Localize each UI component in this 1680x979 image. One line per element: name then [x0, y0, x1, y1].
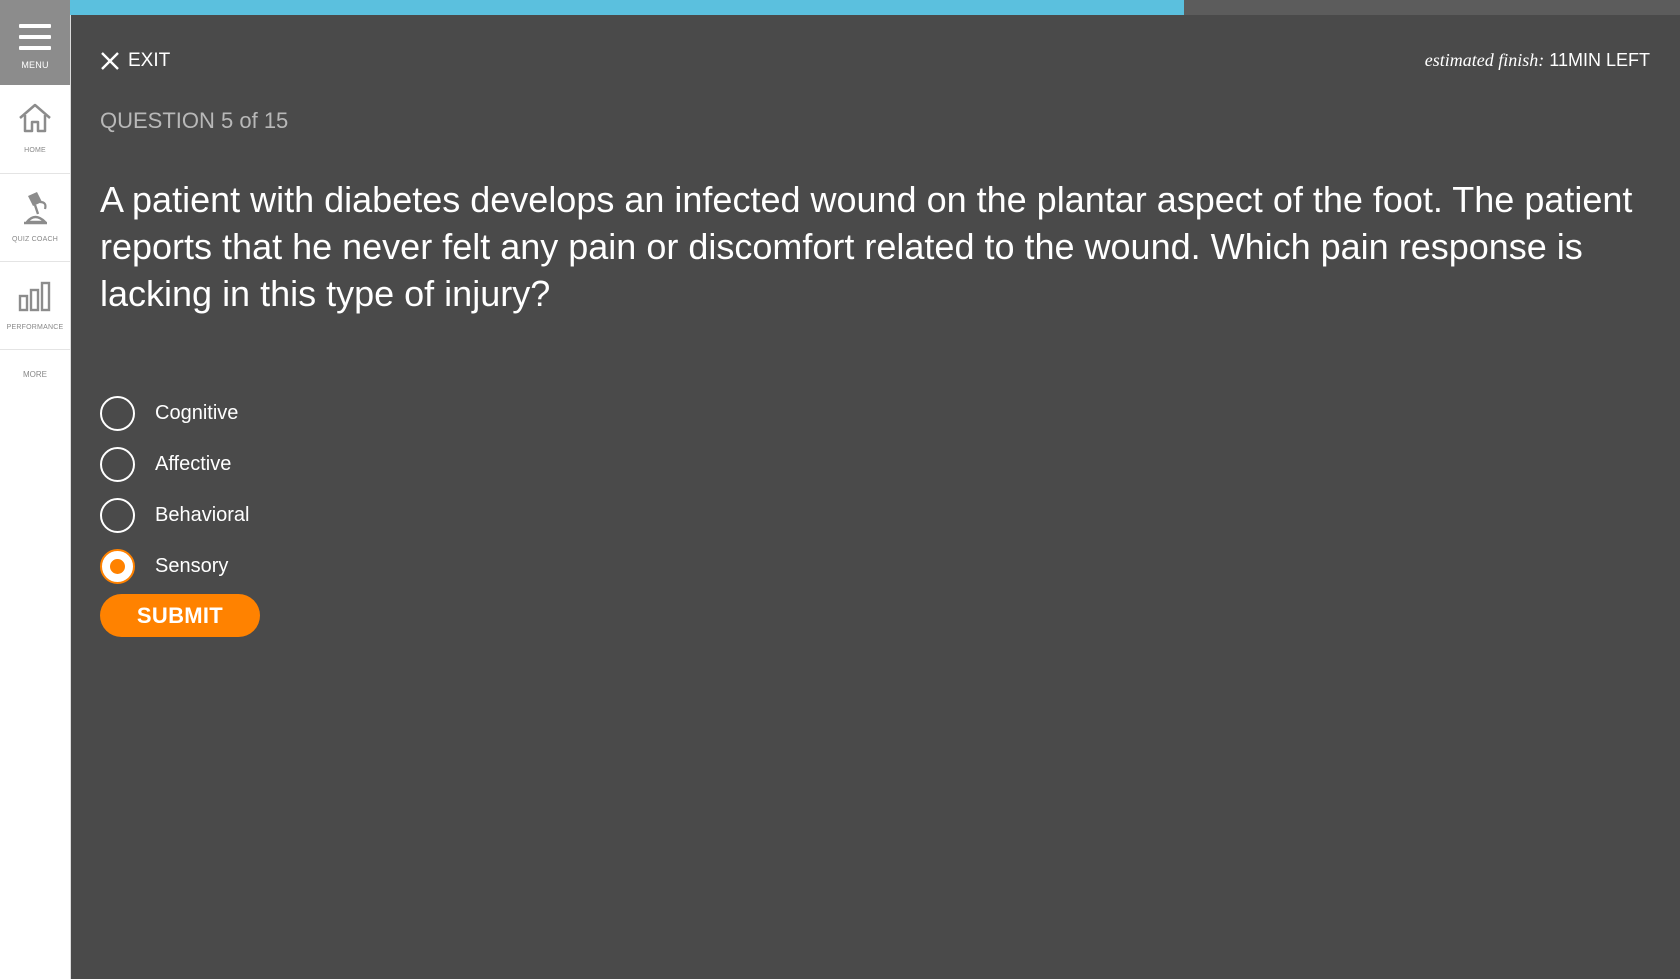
estimated-finish-label: estimated finish:: [1424, 50, 1545, 70]
estimated-finish: estimated finish: 11MIN LEFT: [1425, 50, 1650, 71]
option-cognitive[interactable]: Cognitive: [100, 388, 250, 439]
option-label: Cognitive: [155, 402, 239, 424]
option-sensory[interactable]: Sensory: [100, 541, 250, 592]
bar-chart-icon: [0, 280, 70, 317]
question-counter: QUESTION 5 of 15: [100, 108, 289, 133]
sidebar-item-home[interactable]: HOME: [0, 86, 70, 174]
submit-button[interactable]: SUBMIT: [100, 594, 260, 637]
radio-button[interactable]: [100, 498, 135, 533]
home-icon: [0, 102, 70, 139]
menu-button[interactable]: MENU: [0, 0, 70, 85]
exit-label: EXIT: [128, 50, 171, 71]
quiz-coach-icon: [0, 190, 70, 231]
sidebar-item-label: HOME: [24, 147, 46, 154]
radio-button[interactable]: [100, 549, 135, 584]
exit-button[interactable]: EXIT: [100, 50, 170, 72]
close-icon: [101, 52, 119, 70]
sidebar-item-more[interactable]: MORE: [0, 370, 70, 379]
option-label: Affective: [155, 453, 232, 475]
sidebar-item-performance[interactable]: PERFORMANCE: [0, 262, 70, 350]
menu-label: MENU: [21, 60, 49, 70]
option-label: Sensory: [155, 555, 229, 577]
estimated-finish-value: 11MIN LEFT: [1544, 50, 1650, 70]
quiz-progress-fill: [70, 0, 1185, 15]
sidebar-item-quiz-coach[interactable]: QUIZ COACH: [0, 174, 70, 262]
quiz-progress-bar: [70, 0, 1680, 15]
option-affective[interactable]: Affective: [100, 439, 250, 490]
question-text: A patient with diabetes develops an infe…: [100, 179, 1633, 314]
sidebar-item-label: PERFORMANCE: [6, 324, 64, 331]
option-label: Behavioral: [155, 504, 250, 526]
option-behavioral[interactable]: Behavioral: [100, 490, 250, 541]
sidebar-item-label: QUIZ COACH: [12, 236, 58, 243]
sidebar: MENU HOME QUIZ COACH PERFORMANCE MORE: [0, 0, 71, 979]
radio-button[interactable]: [100, 447, 135, 482]
radio-button[interactable]: [100, 396, 135, 431]
answer-options: Cognitive Affective Behavioral Sensory: [100, 388, 250, 592]
hamburger-icon: [19, 24, 51, 57]
